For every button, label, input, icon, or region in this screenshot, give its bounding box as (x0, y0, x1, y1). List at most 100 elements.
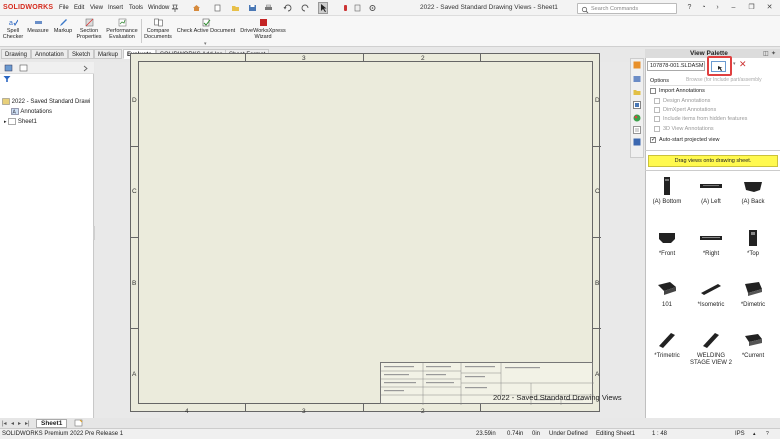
filter-icon[interactable] (3, 75, 11, 83)
user-icon[interactable]: ◔ (698, 3, 709, 13)
ribbon-overflow-icon[interactable]: ▾ (204, 41, 207, 47)
view-current-label: *Current (741, 353, 765, 359)
performance-evaluation-button[interactable]: Performance Evaluation (104, 18, 140, 40)
view-a-left-label: (A) Left (701, 199, 721, 205)
expand-icon[interactable]: › (712, 3, 723, 13)
view-dimetric[interactable]: *Dimetric (733, 279, 773, 309)
tab-drawing[interactable]: Drawing (1, 49, 32, 59)
appearances-icon[interactable] (633, 114, 641, 122)
file-explorer-icon[interactable] (633, 88, 641, 96)
browse-dropdown-icon[interactable]: ▾ (733, 61, 736, 67)
view-a-left-thumbnail-icon (700, 184, 722, 188)
menu-file[interactable]: File (59, 5, 69, 11)
restore-icon[interactable]: ❐ (746, 3, 757, 13)
tab-markup[interactable]: Markup (94, 49, 123, 59)
close-window-icon[interactable]: ✕ (764, 3, 775, 13)
view-a-bottom[interactable]: (A) Bottom (647, 176, 687, 206)
auto-start-projected-view-checkbox[interactable] (650, 137, 656, 143)
view-palette-tab-icon[interactable] (633, 101, 641, 109)
palette-file-select[interactable]: 107878-001.SLDASM (647, 61, 705, 71)
rebuild-icon[interactable] (341, 4, 350, 12)
palette-autoshow-icon[interactable]: ✦ (771, 50, 776, 57)
tree-expand-arrow-icon[interactable]: ▸ (4, 119, 7, 125)
dimxpert-annotations-checkbox[interactable] (654, 107, 660, 113)
view-right[interactable]: *Right (691, 228, 731, 258)
options-gear-icon[interactable] (368, 4, 377, 12)
select-tool-button[interactable] (318, 2, 328, 14)
feature-tree-icon[interactable] (4, 64, 13, 72)
minimize-icon[interactable]: – (728, 3, 739, 13)
menu-edit[interactable]: Edit (74, 5, 84, 11)
unit-system-dropdown-icon[interactable]: ▴ (753, 431, 756, 437)
first-sheet-icon[interactable]: |◂ (2, 420, 7, 427)
drawing-document-icon (2, 98, 10, 105)
zone-tick (480, 404, 481, 412)
view-101-thumbnail-icon (658, 282, 676, 295)
view-a-back[interactable]: (A) Back (733, 176, 773, 206)
menu-window[interactable]: Window (148, 5, 169, 11)
view-welding-stage-2-label: WELDING STAGE VIEW 2 (690, 353, 732, 366)
file-properties-icon[interactable] (353, 4, 362, 12)
open-folder-icon[interactable] (231, 4, 240, 12)
quick-tips-icon[interactable]: ? (766, 431, 769, 437)
redo-icon[interactable] (301, 4, 310, 12)
status-sheet-scale[interactable]: 1 : 48 (652, 431, 667, 437)
cursor-icon (321, 4, 327, 12)
tab-annotation[interactable]: Annotation (31, 49, 68, 59)
spell-checker-button[interactable]: a Spell Checker (2, 18, 24, 40)
status-unit-system[interactable]: IPS (735, 431, 745, 437)
sheet-tab-sheet1[interactable]: Sheet1 (36, 419, 68, 428)
pin-icon[interactable] (171, 4, 179, 12)
previous-sheet-icon[interactable]: ◂ (11, 420, 14, 427)
tree-root-item[interactable]: 2022 - Saved Standard Drawi (2, 98, 90, 105)
next-sheet-icon[interactable]: ▸ (18, 420, 21, 427)
close-palette-icon[interactable]: ✕ (739, 59, 747, 70)
view-front[interactable]: *Front (647, 228, 687, 258)
add-sheet-icon[interactable] (74, 419, 83, 427)
view-welding-stage-2[interactable]: WELDING STAGE VIEW 2 (688, 330, 734, 367)
home-icon[interactable] (192, 4, 201, 12)
solidworks-resources-icon[interactable] (633, 61, 641, 69)
compare-documents-button[interactable]: Compare Documents (143, 18, 173, 40)
driveworksxpress-wizard-button[interactable]: DriveWorksXpress Wizard (239, 18, 287, 40)
new-document-icon[interactable] (213, 4, 222, 12)
menu-tools[interactable]: Tools (129, 5, 143, 11)
markup-button[interactable]: Markup (52, 18, 74, 34)
view-101-label: 101 (661, 302, 672, 308)
print-icon[interactable] (264, 4, 273, 12)
3d-view-annotations-checkbox[interactable] (654, 126, 660, 132)
check-active-document-button[interactable]: Check Active Document (175, 18, 237, 34)
tree-item-annotations[interactable]: A Annotations (11, 108, 52, 116)
search-commands-input[interactable]: Search Commands (577, 3, 677, 14)
view-isometric-label: *Isometric (697, 302, 725, 308)
status-z-coordinate: 0in (532, 431, 541, 437)
solidworks-forum-icon[interactable] (633, 138, 641, 146)
view-trimetric[interactable]: *Trimetric (647, 330, 687, 360)
view-isometric[interactable]: *Isometric (691, 279, 731, 309)
palette-options-icon[interactable]: ◫ (763, 50, 769, 57)
view-current[interactable]: *Current (733, 330, 773, 360)
view-top[interactable]: *Top (733, 228, 773, 258)
measure-button[interactable]: Measure (26, 18, 50, 34)
view-a-left[interactable]: (A) Left (691, 176, 731, 206)
section-properties-button[interactable]: Section Properties (76, 18, 102, 40)
import-annotations-checkbox[interactable] (650, 88, 656, 94)
menu-insert[interactable]: Insert (108, 5, 123, 11)
browse-button[interactable] (711, 61, 726, 72)
expand-panel-chevron-icon[interactable] (82, 65, 90, 72)
tree-item-sheet1[interactable]: ▸ Sheet1 (4, 118, 37, 125)
tab-sketch[interactable]: Sketch (68, 49, 95, 59)
search-icon (581, 6, 589, 14)
undo-icon[interactable] (283, 4, 292, 12)
property-manager-icon[interactable] (19, 64, 28, 72)
zone-row-left-b: B (132, 280, 137, 287)
view-101[interactable]: 101 (647, 279, 687, 309)
last-sheet-icon[interactable]: ▸| (25, 420, 30, 427)
menu-view[interactable]: View (90, 5, 103, 11)
save-icon[interactable] (248, 4, 257, 12)
design-annotations-checkbox[interactable] (654, 98, 660, 104)
include-hidden-features-checkbox[interactable] (654, 116, 660, 122)
help-icon[interactable]: ? (684, 3, 695, 13)
design-library-icon[interactable] (633, 75, 641, 83)
custom-properties-icon[interactable] (633, 126, 641, 134)
